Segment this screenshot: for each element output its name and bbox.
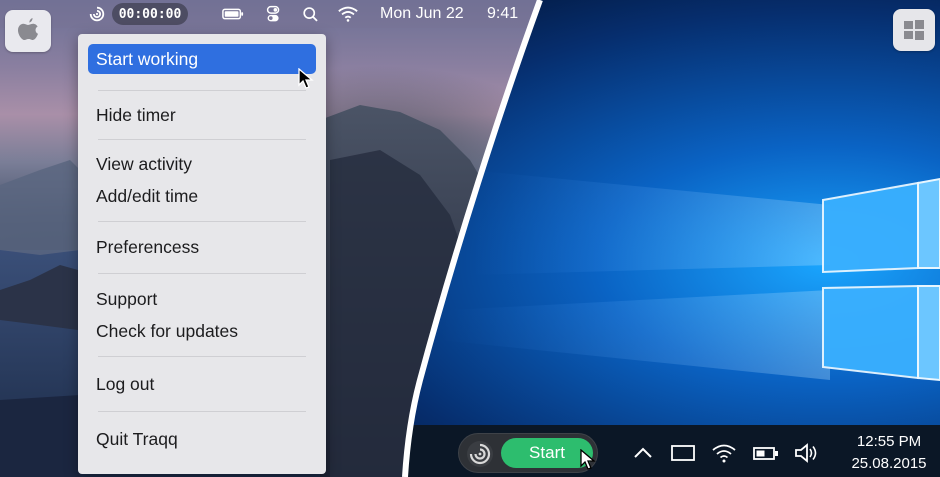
menu-bar-timer[interactable]: 00:00:00	[112, 3, 188, 25]
mouse-pointer-icon	[580, 449, 596, 470]
taskbar-clock-time[interactable]: 12:55 PM	[846, 433, 932, 450]
tablet-mode-icon[interactable]	[670, 441, 696, 465]
menu-item-check-for-updates[interactable]: Check for updates	[88, 316, 316, 346]
traqq-dropdown-menu: Start working Hide timer View activity A…	[78, 34, 326, 474]
chevron-up-icon[interactable]	[632, 441, 654, 465]
menu-item-view-activity[interactable]: View activity	[88, 149, 316, 179]
windows-tile	[893, 9, 935, 51]
volume-icon[interactable]	[793, 441, 823, 465]
menu-item-hide-timer[interactable]: Hide timer	[88, 100, 316, 130]
menu-item-start-working[interactable]: Start working	[88, 44, 316, 74]
apple-logo-icon	[18, 18, 38, 40]
battery-icon[interactable]	[222, 5, 244, 23]
traqq-icon[interactable]	[88, 5, 106, 23]
menu-item-preferences[interactable]: Preferencess	[88, 232, 316, 262]
mac-menu-bar: 00:00:00 Mon Jun 22 9:41	[0, 0, 560, 28]
traqq-icon[interactable]	[466, 440, 494, 468]
menu-bar-time[interactable]: 9:41	[487, 5, 518, 23]
menu-bar-date[interactable]: Mon Jun 22	[380, 5, 464, 23]
battery-icon[interactable]	[752, 441, 780, 465]
apple-tile	[5, 10, 51, 52]
taskbar-clock-date[interactable]: 25.08.2015	[846, 455, 932, 472]
windows-logo-icon	[904, 20, 924, 40]
menu-item-log-out[interactable]: Log out	[88, 369, 316, 399]
menu-item-quit-traqq[interactable]: Quit Traqq	[88, 424, 316, 454]
menu-item-support[interactable]: Support	[88, 284, 316, 314]
control-center-icon[interactable]	[263, 5, 285, 23]
menu-item-add-edit-time[interactable]: Add/edit time	[88, 181, 316, 211]
search-icon[interactable]	[301, 5, 323, 23]
traqq-taskbar-widget: Start	[458, 433, 598, 473]
mouse-pointer-icon	[298, 68, 314, 89]
wifi-icon[interactable]	[711, 441, 737, 465]
wifi-icon[interactable]	[337, 5, 359, 23]
